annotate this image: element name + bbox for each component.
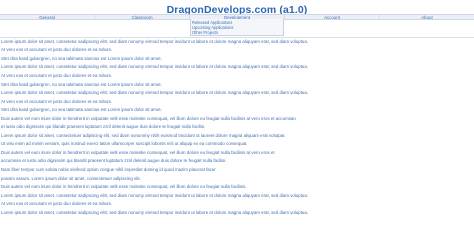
content-paragraph: Lorem ipsum dolor sit amet, consetetur s… xyxy=(1,38,309,44)
content-paragraph: Duis autem vel eum iriure dolor in hendr… xyxy=(1,115,296,121)
content-paragraph: possim assum. Lorem ipsum dolor sit amet… xyxy=(1,175,141,181)
content-paragraph: Lorem ipsum dolor sit amet, consetetur s… xyxy=(1,64,309,70)
content-paragraph: accumsan et iusto odio dignissim qui bla… xyxy=(1,158,227,164)
menu-item-other-projects[interactable]: Other Projects xyxy=(192,30,283,35)
content-paragraph: Stet clita kasd gubergren, no sea takima… xyxy=(1,55,162,61)
content-paragraph: Ut wisi enim ad minim veniam, quis nostr… xyxy=(1,141,248,147)
nav-item-about[interactable]: About xyxy=(380,15,474,20)
nav-item-general[interactable]: General xyxy=(0,15,95,20)
content-paragraph: Lorem ipsum dolor sit amet, consetetur s… xyxy=(1,90,309,96)
content-paragraph: At vero eos et accusam et justo duo dolo… xyxy=(1,47,113,53)
content-paragraph: Lorem ipsum dolor sit amet, consectetuer… xyxy=(1,132,286,138)
content-paragraph: Stet clita kasd gubergren, no sea takima… xyxy=(1,107,162,113)
nav-item-classroom[interactable]: Classroom xyxy=(95,15,190,20)
content-paragraph: Duis autem vel eum iriure dolor in hendr… xyxy=(1,149,275,155)
content-paragraph: At vero eos et accusam et justo duo dolo… xyxy=(1,98,113,104)
content-paragraph: Stet clita kasd gubergren, no sea takima… xyxy=(1,81,162,87)
content-paragraph: At vero eos et accusam et justo duo dolo… xyxy=(1,201,113,207)
content-paragraph: Duis autem vel eum iriure dolor in hendr… xyxy=(1,184,247,190)
content-paragraph: et iusto odio dignissim qui blandit prae… xyxy=(1,124,206,130)
content-paragraph: Lorem ipsum dolor sit amet, consetetur s… xyxy=(1,209,309,215)
main-content: Lorem ipsum dolor sit amet, consetetur s… xyxy=(1,37,473,216)
content-paragraph: Nam liber tempor cum soluta nobis eleife… xyxy=(1,167,216,172)
site-header: DragonDevelops.com (a1.0) xyxy=(0,0,474,16)
development-dropdown-menu: Released Applications Upcoming Applicati… xyxy=(190,19,284,36)
content-paragraph: At vero eos et accusam et justo duo dolo… xyxy=(1,72,113,78)
nav-item-account[interactable]: Account xyxy=(285,15,380,20)
content-paragraph: Lorem ipsum dolor sit amet, consetetur s… xyxy=(1,192,309,198)
